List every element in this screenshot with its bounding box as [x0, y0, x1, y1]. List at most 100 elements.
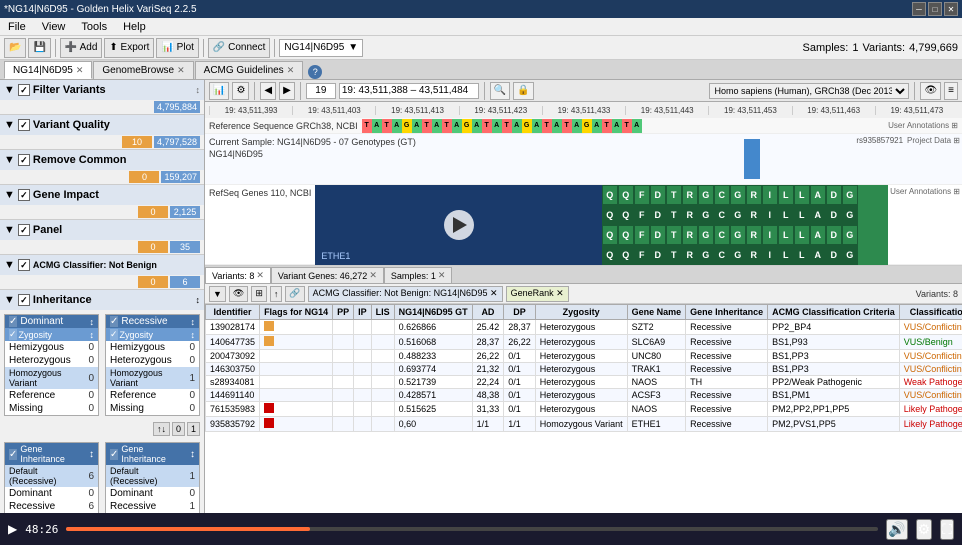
table-row[interactable]: 1406477350.51606828,3726,22HeterozygousS… — [206, 335, 962, 350]
menu-file[interactable]: File — [4, 21, 30, 33]
progress-bar[interactable] — [66, 527, 878, 531]
acmg-header[interactable]: ▼ ✓ ACMG Classifier: Not Benign — [0, 255, 204, 275]
dom-ref-row[interactable]: Reference 0 — [5, 389, 98, 402]
tab-variants[interactable]: Variants: 8 ✕ — [205, 267, 271, 283]
tab-genomebrowse-close[interactable]: ✕ — [177, 65, 185, 76]
connect-button[interactable]: 🔗 Connect — [208, 38, 270, 58]
tab-genomebrowse[interactable]: GenomeBrowse ✕ — [93, 61, 193, 79]
gir-dom-row[interactable]: Dominant 0 — [106, 487, 199, 500]
fullscreen-btn[interactable]: ⛶ — [940, 519, 954, 540]
col-dp[interactable]: DP — [504, 305, 536, 320]
gir-def-row[interactable]: Default (Recessive) 1 — [106, 465, 199, 487]
var-link-btn[interactable]: 🔗 — [285, 286, 304, 302]
genome-pos-input[interactable] — [339, 83, 479, 99]
col-identifier[interactable]: Identifier — [206, 305, 260, 320]
gid-dom-row[interactable]: Dominant 0 — [5, 487, 98, 500]
tab-ng14-close[interactable]: ✕ — [76, 65, 84, 76]
vq-checkbox[interactable]: ✓ — [18, 119, 30, 131]
dom-hemi-row[interactable]: Hemizygous 0 — [5, 341, 98, 354]
rec-het-row[interactable]: Heterozygous 0 — [106, 354, 199, 367]
export-button[interactable]: ⬆ Export — [104, 38, 154, 58]
rec-hemi-row[interactable]: Hemizygous 0 — [106, 341, 199, 354]
generank-btn[interactable]: GeneRank ✕ — [506, 286, 569, 302]
genome-settings-btn[interactable]: ⚙ — [232, 82, 249, 100]
col-zygosity[interactable]: Zygosity — [535, 305, 627, 320]
maximize-button[interactable]: □ — [928, 2, 942, 16]
genome-back-btn[interactable]: ◀ — [260, 82, 276, 100]
genome-plot-btn[interactable]: 📊 — [209, 82, 229, 100]
plot-button[interactable]: 📊 Plot — [156, 38, 198, 58]
help-icon[interactable]: ? — [308, 65, 322, 79]
tab-selector[interactable]: NG14|N6D95 ▼ — [279, 39, 363, 57]
remove-common-header[interactable]: ▼ ✓ Remove Common — [0, 150, 204, 170]
gir-rec-row[interactable]: Recessive 1 — [106, 500, 199, 513]
tab-acmg-close[interactable]: ✕ — [287, 65, 295, 76]
col-gene-inh[interactable]: Gene Inheritance — [686, 305, 768, 320]
table-row[interactable]: 1390281740.62686625.4228,37HeterozygousS… — [206, 320, 962, 335]
genome-config-btn[interactable]: ≡ — [944, 82, 958, 100]
dom-het-row[interactable]: Heterozygous 0 — [5, 354, 98, 367]
tab-ng14[interactable]: NG14|N6D95 ✕ — [4, 61, 92, 79]
inh-btn-1[interactable]: ↑↓ — [153, 422, 170, 436]
col-classification[interactable]: Classification — [899, 305, 962, 320]
inheritance-header[interactable]: ▼ ✓ Inheritance ↕ — [0, 290, 204, 310]
gene-inh-rec-header[interactable]: ✓ Gene Inheritance ↕ — [106, 443, 199, 465]
acmg-checkbox[interactable]: ✓ — [18, 259, 30, 271]
inh-btn-2[interactable]: 0 — [172, 422, 185, 436]
tab-variant-genes[interactable]: Variant Genes: 46,272 ✕ — [271, 267, 384, 283]
close-button[interactable]: ✕ — [944, 2, 958, 16]
rc-checkbox[interactable]: ✓ — [18, 154, 30, 166]
table-row[interactable]: 7615359830.51562531,330/1HeterozygousNAO… — [206, 402, 962, 417]
dom-miss-row[interactable]: Missing 0 — [5, 402, 98, 415]
col-gt[interactable]: NG14|N6D95 GT — [394, 305, 472, 320]
var-export-btn[interactable]: ↑ — [270, 286, 283, 302]
play-pause-btn[interactable]: ▶ — [8, 522, 17, 536]
dominant-header[interactable]: ✓ Dominant ↕ — [5, 315, 98, 328]
add-button[interactable]: ➕ Add — [60, 38, 102, 58]
minimize-button[interactable]: ─ — [912, 2, 926, 16]
genome-search-btn[interactable]: 🔍 — [490, 82, 510, 100]
col-lis[interactable]: LIS — [371, 305, 394, 320]
gir-checkbox[interactable]: ✓ — [110, 449, 118, 460]
var-eye-btn[interactable]: 👁 — [229, 286, 248, 302]
table-row[interactable]: 9358357920,601/11/1Homozygous VariantETH… — [206, 417, 962, 432]
var-filter-btn[interactable]: ▼ — [209, 286, 226, 302]
col-acmg[interactable]: ACMG Classification Criteria — [768, 305, 900, 320]
col-pp[interactable]: PP — [333, 305, 354, 320]
open-button[interactable]: 📂 — [4, 38, 26, 58]
genome-forward-btn[interactable]: ▶ — [279, 82, 295, 100]
filter-checkbox[interactable]: ✓ — [18, 84, 30, 96]
play-button[interactable] — [444, 210, 474, 240]
menu-help[interactable]: Help — [119, 21, 150, 33]
gid-checkbox[interactable]: ✓ — [9, 449, 17, 460]
table-row[interactable]: 2004730920.48823326,220/1HeterozygousUNC… — [206, 350, 962, 363]
menu-tools[interactable]: Tools — [77, 21, 111, 33]
genome-eye-btn[interactable]: 👁 — [920, 82, 941, 100]
tab-acmg[interactable]: ACMG Guidelines ✕ — [195, 61, 304, 79]
settings-btn[interactable]: ⚙ — [916, 519, 933, 540]
menu-view[interactable]: View — [38, 21, 70, 33]
genome-chr-input[interactable] — [306, 83, 336, 99]
tab-variants-close[interactable]: ✕ — [256, 270, 264, 281]
gid-def-row[interactable]: Default (Recessive) 6 — [5, 465, 98, 487]
gene-impact-header[interactable]: ▼ ✓ Gene Impact — [0, 185, 204, 205]
volume-btn[interactable]: 🔊 — [886, 519, 907, 540]
species-select[interactable]: Homo sapiens (Human), GRCh38 (Dec 2013) — [709, 83, 909, 99]
inh-checkbox[interactable]: ✓ — [18, 294, 30, 306]
var-columns-btn[interactable]: ⊞ — [251, 286, 267, 302]
recessive-header[interactable]: ✓ Recessive ↕ — [106, 315, 199, 328]
variant-quality-header[interactable]: ▼ ✓ Variant Quality — [0, 115, 204, 135]
dom-zyg-checkbox[interactable]: ✓ — [9, 329, 17, 340]
table-row[interactable]: s289340810.52173922,240/1HeterozygousNAO… — [206, 376, 962, 389]
gi-checkbox[interactable]: ✓ — [18, 189, 30, 201]
save-button[interactable]: 💾 — [28, 38, 50, 58]
gid-rec-row[interactable]: Recessive 6 — [5, 500, 98, 513]
col-ip[interactable]: IP — [354, 305, 372, 320]
tab-samples-close[interactable]: ✕ — [438, 270, 446, 281]
dom-hom-row[interactable]: Homozygous Variant 0 — [5, 367, 98, 389]
tab-samples[interactable]: Samples: 1 ✕ — [384, 267, 453, 283]
tab-variant-genes-close[interactable]: ✕ — [369, 270, 377, 281]
panel-checkbox[interactable]: ✓ — [18, 224, 30, 236]
filter-variants-header[interactable]: ▼ ✓ Filter Variants ↕ — [0, 80, 204, 100]
rec-zygosity-header[interactable]: ✓ Zygosity ↕ — [106, 328, 199, 341]
